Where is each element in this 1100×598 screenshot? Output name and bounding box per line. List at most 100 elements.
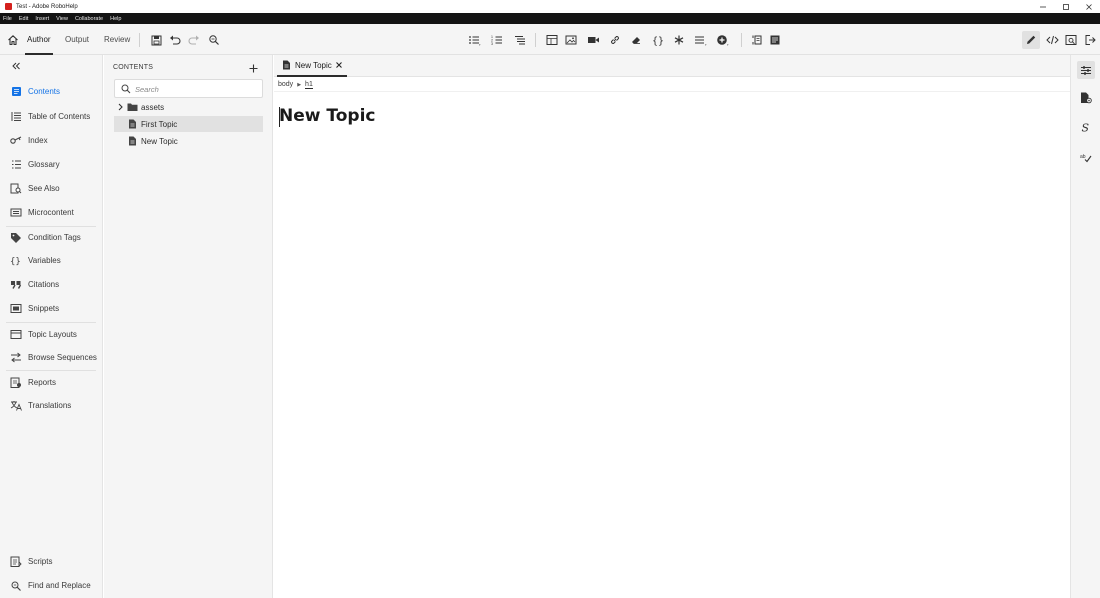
svg-text:{}: {} xyxy=(10,257,21,266)
insert-table-button[interactable] xyxy=(545,33,559,47)
video-icon xyxy=(587,37,599,43)
styles-icon: S xyxy=(1082,122,1090,134)
search-input[interactable] xyxy=(135,83,260,95)
nav-item-see-also[interactable]: See Also xyxy=(0,179,103,197)
save-button[interactable] xyxy=(149,33,163,47)
reports-icon xyxy=(10,376,22,388)
bulleted-list-button[interactable] xyxy=(467,33,481,47)
title-bar: Test - Adobe RoboHelp xyxy=(0,0,1100,13)
table-icon xyxy=(546,35,558,45)
eraser-button[interactable] xyxy=(629,33,643,47)
tree-item-first-topic[interactable]: First Topic xyxy=(114,116,263,132)
maximize-button[interactable] xyxy=(1054,0,1077,13)
nav-item-microcontent[interactable]: Microcontent xyxy=(0,203,103,221)
nav-label: Condition Tags xyxy=(28,232,81,242)
insert-link-button[interactable] xyxy=(608,33,622,47)
tree-item-label: First Topic xyxy=(141,119,178,129)
nav-item-scripts[interactable]: Scripts xyxy=(0,552,103,570)
nav-label: Microcontent xyxy=(28,207,74,217)
minimize-button[interactable] xyxy=(1031,0,1054,13)
tab-output[interactable]: Output xyxy=(65,35,89,44)
nav-item-condition-tags[interactable]: Condition Tags xyxy=(0,228,103,246)
redo-button[interactable] xyxy=(187,33,201,47)
author-view-button[interactable] xyxy=(1022,31,1040,49)
menu-collaborate[interactable]: Collaborate xyxy=(75,16,103,22)
topic-heading[interactable]: New Topic xyxy=(279,106,375,126)
close-project-button[interactable] xyxy=(1083,33,1097,47)
nav-label: Browse Sequences xyxy=(28,352,97,362)
insert-video-button[interactable] xyxy=(586,33,600,47)
breadcrumb-h1[interactable]: h1 xyxy=(305,81,313,89)
nav-item-reports[interactable]: Reports xyxy=(0,373,103,391)
nav-item-snippets[interactable]: Snippets xyxy=(0,299,103,317)
nav-item-citations[interactable]: Citations xyxy=(0,275,103,293)
nav-item-topic-layouts[interactable]: Topic Layouts xyxy=(0,325,103,343)
nav-item-table-of-contents[interactable]: Table of Contents xyxy=(0,107,103,125)
insert-page-break-button[interactable] xyxy=(750,33,764,47)
topic-properties-button[interactable] xyxy=(1077,89,1095,107)
braces-icon: {} xyxy=(10,254,22,266)
layout-icon xyxy=(10,328,22,340)
menu-file[interactable]: File xyxy=(3,16,12,22)
insert-snippet-button[interactable] xyxy=(768,33,782,47)
tab-label: New Topic xyxy=(295,61,332,70)
menu-insert[interactable]: Insert xyxy=(35,16,49,22)
document-canvas[interactable]: New Topic xyxy=(274,93,1070,598)
tree-item-assets[interactable]: assets xyxy=(114,99,263,115)
preview-button[interactable] xyxy=(1064,33,1078,47)
menu-view[interactable]: View xyxy=(56,16,68,22)
collapse-panel-button[interactable] xyxy=(10,60,22,72)
home-button[interactable] xyxy=(6,33,20,47)
close-window-button[interactable] xyxy=(1077,0,1100,13)
insert-special-char-button[interactable] xyxy=(672,33,686,47)
nav-label: See Also xyxy=(28,183,60,193)
left-nav-panel: Contents Table of Contents Index Glossar… xyxy=(0,55,103,598)
nav-item-contents[interactable]: Contents xyxy=(0,82,103,100)
nav-item-glossary[interactable]: Glossary xyxy=(0,155,103,173)
nav-label: Snippets xyxy=(28,303,60,313)
undo-button[interactable] xyxy=(168,33,182,47)
nav-divider xyxy=(6,226,96,227)
key-icon xyxy=(10,134,22,146)
add-content-button[interactable] xyxy=(246,61,260,75)
nav-label: Table of Contents xyxy=(28,111,91,121)
insert-variable-button[interactable]: {} xyxy=(651,33,665,47)
insert-image-button[interactable] xyxy=(564,33,578,47)
tab-new-topic[interactable]: New Topic xyxy=(277,55,347,77)
nav-item-browse-sequences[interactable]: Browse Sequences xyxy=(0,348,103,366)
code-icon xyxy=(1045,35,1059,45)
tree-item-new-topic[interactable]: New Topic xyxy=(114,133,263,149)
spell-check-button[interactable]: ab xyxy=(1077,148,1095,166)
nav-item-translations[interactable]: Translations xyxy=(0,396,103,414)
maximize-icon xyxy=(1062,3,1069,10)
find-replace-button[interactable] xyxy=(207,33,221,47)
tab-review[interactable]: Review xyxy=(104,35,130,44)
numbered-list-button[interactable]: 123 xyxy=(490,33,504,47)
see-also-icon xyxy=(10,182,22,194)
preview-icon xyxy=(1065,35,1077,45)
properties-button[interactable] xyxy=(1077,61,1095,79)
chevron-right-icon[interactable] xyxy=(117,103,124,111)
breadcrumb-body[interactable]: body xyxy=(278,81,293,88)
search-field[interactable] xyxy=(114,79,263,98)
insert-rule-button[interactable] xyxy=(693,33,707,47)
menu-edit[interactable]: Edit xyxy=(19,16,28,22)
nav-label: Translations xyxy=(28,400,72,410)
nav-item-index[interactable]: Index xyxy=(0,131,103,149)
asterisk-icon xyxy=(674,35,684,45)
tab-author[interactable]: Author xyxy=(27,35,51,44)
multilevel-list-button[interactable] xyxy=(513,33,527,47)
nav-label: Glossary xyxy=(28,159,60,169)
close-tab-icon[interactable] xyxy=(335,61,343,69)
source-view-button[interactable] xyxy=(1045,33,1059,47)
toolbar-divider xyxy=(741,33,742,47)
menu-help[interactable]: Help xyxy=(110,16,121,22)
nav-item-find-and-replace[interactable]: Find and Replace xyxy=(0,576,103,594)
add-circle-icon xyxy=(716,35,728,46)
insert-more-button[interactable] xyxy=(715,33,729,47)
styles-button[interactable]: S xyxy=(1077,118,1095,136)
toc-icon xyxy=(10,110,22,122)
editor-area: New Topic body ▶ h1 New Topic xyxy=(274,55,1070,598)
nav-item-variables[interactable]: {} Variables xyxy=(0,251,103,269)
topic-file-icon xyxy=(129,136,136,146)
